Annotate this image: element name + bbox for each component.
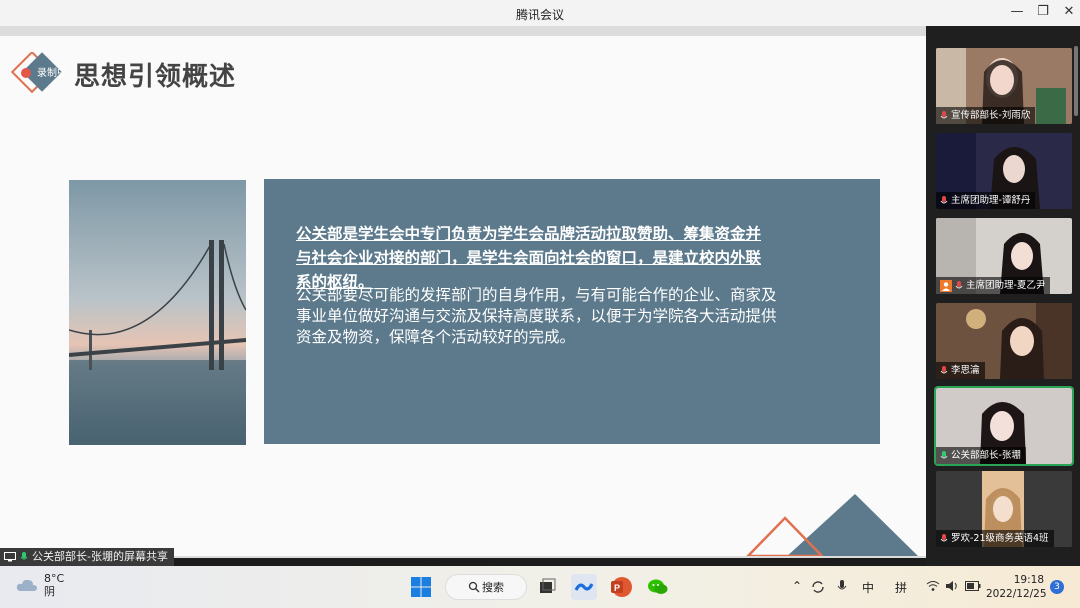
presentation-slide: 录制中 思想引领概述 公关部是学生会中专门负责为学生会品牌活动拉取赞助、筹集资金… [0, 36, 926, 556]
cloud-icon [16, 579, 37, 591]
tray-overflow-icon[interactable]: ⌃ [792, 579, 802, 593]
weather-condition: 阴 [44, 585, 55, 598]
tencent-meeting-icon[interactable] [571, 574, 597, 600]
mic-icon [940, 110, 948, 118]
svg-text:P: P [614, 583, 620, 593]
system-clock[interactable]: 19:18 2022/12/25 [986, 573, 1047, 601]
ime-language-indicator[interactable]: 中 [862, 579, 874, 596]
taskbar-search-button[interactable]: 搜索 [445, 574, 527, 600]
lead-text: 公关部是学生会中专门负责为学生会品牌活动拉取赞助、筹集资金并与社会企业对接的部门… [296, 225, 762, 291]
host-avatar-icon [940, 279, 952, 292]
slide-title: 思想引领概述 [74, 62, 237, 92]
sync-icon[interactable] [810, 579, 826, 595]
participant-video-tile-speaking[interactable]: 公关部部长-张堋 [934, 386, 1074, 466]
participant-name: 罗欢-21级商务英语4班 [936, 530, 1054, 547]
mic-icon [940, 533, 948, 541]
wifi-icon[interactable] [926, 580, 940, 592]
notification-badge[interactable]: 3 [1050, 580, 1064, 594]
window-title: 腾讯会议 [515, 8, 564, 22]
panel-scrollbar[interactable] [1074, 46, 1078, 116]
window-titlebar: 腾讯会议 — ❐ ✕ [0, 0, 1080, 26]
participant-video-tile[interactable]: 李思瀹 [936, 303, 1072, 379]
powerpoint-icon[interactable]: P [608, 574, 634, 600]
participant-name: 主席团助理-夏乙尹 [936, 277, 1051, 294]
body-text: 公关部要尽可能的发挥部门的自身作用，与有可能合作的企业、商家及事业单位做好沟通与… [296, 286, 777, 346]
decorative-triangles [746, 494, 918, 556]
clock-date: 2022/12/25 [986, 588, 1047, 600]
participant-video-tile[interactable]: 罗欢-21级商务英语4班 [936, 471, 1072, 547]
participant-name: 宣传部部长-刘雨欣 [936, 107, 1036, 124]
windows-start-icon[interactable] [408, 574, 434, 600]
mic-icon [940, 450, 948, 458]
participant-panel[interactable]: 宣传部部长-刘雨欣 主席团助理-谭舒丹 主席团助理-夏乙尹 李思瀹 公关部部长-… [926, 26, 1080, 566]
participant-name: 公关部部长-张堋 [936, 447, 1026, 464]
ime-mode-indicator[interactable]: 拼 [895, 579, 907, 596]
task-view-icon[interactable] [534, 574, 560, 600]
clock-time: 19:18 [1013, 574, 1044, 586]
battery-icon[interactable] [965, 581, 981, 591]
participant-video-tile[interactable]: 主席团助理-夏乙尹 [936, 218, 1072, 294]
participant-video-tile[interactable]: 宣传部部长-刘雨欣 [936, 48, 1072, 124]
participant-name: 李思瀹 [936, 362, 985, 379]
share-banner-text: 公关部部长-张堋的屏幕共享 [32, 550, 168, 563]
bridge-image [69, 180, 246, 445]
mic-icon [20, 552, 28, 560]
screen-share-icon [4, 552, 16, 562]
participant-name: 主席团助理-谭舒丹 [936, 192, 1036, 209]
wechat-icon[interactable] [645, 574, 671, 600]
participant-video-tile[interactable]: 主席团助理-谭舒丹 [936, 133, 1072, 209]
search-icon [468, 581, 480, 593]
description-box: 公关部是学生会中专门负责为学生会品牌活动拉取赞助、筹集资金并与社会企业对接的部门… [264, 179, 880, 444]
recording-indicator: 录制中 [37, 68, 67, 79]
screen-share-banner: 公关部部长-张堋的屏幕共享 [0, 548, 174, 566]
close-button[interactable]: ✕ [1054, 0, 1080, 26]
temperature: 8°C [44, 572, 65, 585]
volume-icon[interactable] [945, 580, 959, 592]
mic-icon [940, 365, 948, 373]
mic-icon [940, 195, 948, 203]
windows-taskbar: 8°C 阴 搜索 P ⌃ 中 拼 19:18 2022/12/25 3 [0, 566, 1080, 608]
weather-widget[interactable]: 8°C 阴 [16, 572, 64, 598]
search-label: 搜索 [482, 581, 504, 594]
shared-screen-area: 录制中 思想引领概述 公关部是学生会中专门负责为学生会品牌活动拉取赞助、筹集资金… [0, 26, 926, 558]
mic-icon [955, 280, 963, 288]
microphone-tray-icon[interactable] [836, 579, 848, 595]
